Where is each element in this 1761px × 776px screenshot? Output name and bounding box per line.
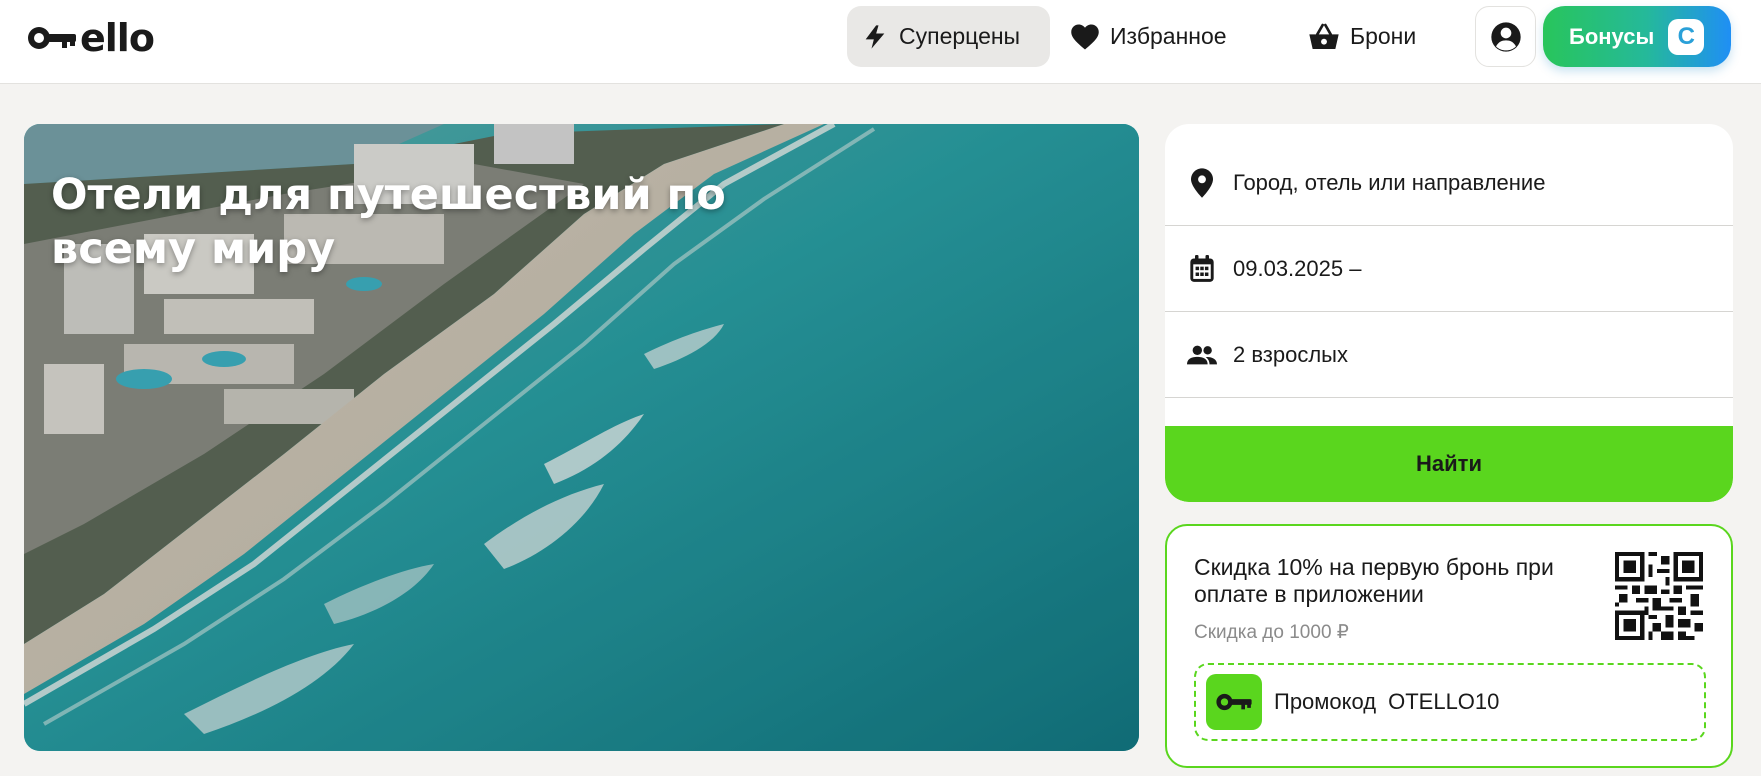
bonus-label: Бонусы <box>1569 23 1655 49</box>
nav-favorites[interactable]: Избранное <box>1068 6 1258 67</box>
profile-button[interactable] <box>1475 6 1536 67</box>
promo-card: Скидка 10% на первую бронь при оплате в … <box>1165 524 1733 768</box>
key-logo-icon <box>28 27 76 49</box>
heart-icon <box>1071 24 1099 49</box>
promo-title: Скидка 10% на первую бронь при оплате в … <box>1194 554 1554 607</box>
promo-code-box[interactable]: Промокод OTELLO10 <box>1194 663 1706 741</box>
people-icon <box>1187 343 1217 367</box>
nav-superprices[interactable]: Суперцены <box>847 6 1050 67</box>
guests-value: 2 взрослых <box>1233 341 1348 367</box>
logo-text: ello <box>80 16 155 60</box>
basket-icon <box>1309 23 1339 49</box>
dates-field[interactable]: 09.03.2025 – <box>1165 226 1733 312</box>
guests-field[interactable]: 2 взрослых <box>1165 312 1733 398</box>
nav-bookings-label: Брони <box>1350 23 1417 49</box>
calendar-icon <box>1187 254 1217 283</box>
promo-code-value: OTELLO10 <box>1388 689 1500 714</box>
nav-favorites-label: Избранное <box>1110 23 1227 49</box>
bonus-button[interactable]: Бонусы С <box>1543 6 1731 67</box>
dates-value: 09.03.2025 – <box>1233 255 1362 281</box>
hero-title: Отели для путешествий по всему миру <box>51 170 726 274</box>
find-button[interactable]: Найти <box>1165 426 1733 502</box>
user-icon <box>1490 21 1521 52</box>
destination-placeholder: Город, отель или направление <box>1233 169 1546 195</box>
key-icon <box>1206 674 1262 730</box>
search-panel: Город, отель или направление 09.03.2025 … <box>1165 124 1733 502</box>
promo-subtitle: Скидка до 1000 ₽ <box>1194 622 1349 643</box>
hero-banner: Отели для путешествий по всему миру <box>24 124 1139 751</box>
otello-logo[interactable]: ello <box>26 16 155 60</box>
qr-code-icon[interactable] <box>1615 552 1703 640</box>
nav-superprices-label: Суперцены <box>899 23 1021 49</box>
nav-bookings[interactable]: Брони <box>1306 6 1456 67</box>
lightning-icon <box>865 24 885 49</box>
location-pin-icon <box>1187 167 1217 198</box>
top-header: ello Суперцены Избранное Брони Бонусы С <box>0 0 1761 84</box>
bonus-coin-icon: С <box>1668 18 1705 55</box>
promo-code-label: Промокод <box>1274 689 1377 714</box>
destination-field[interactable]: Город, отель или направление <box>1165 140 1733 226</box>
